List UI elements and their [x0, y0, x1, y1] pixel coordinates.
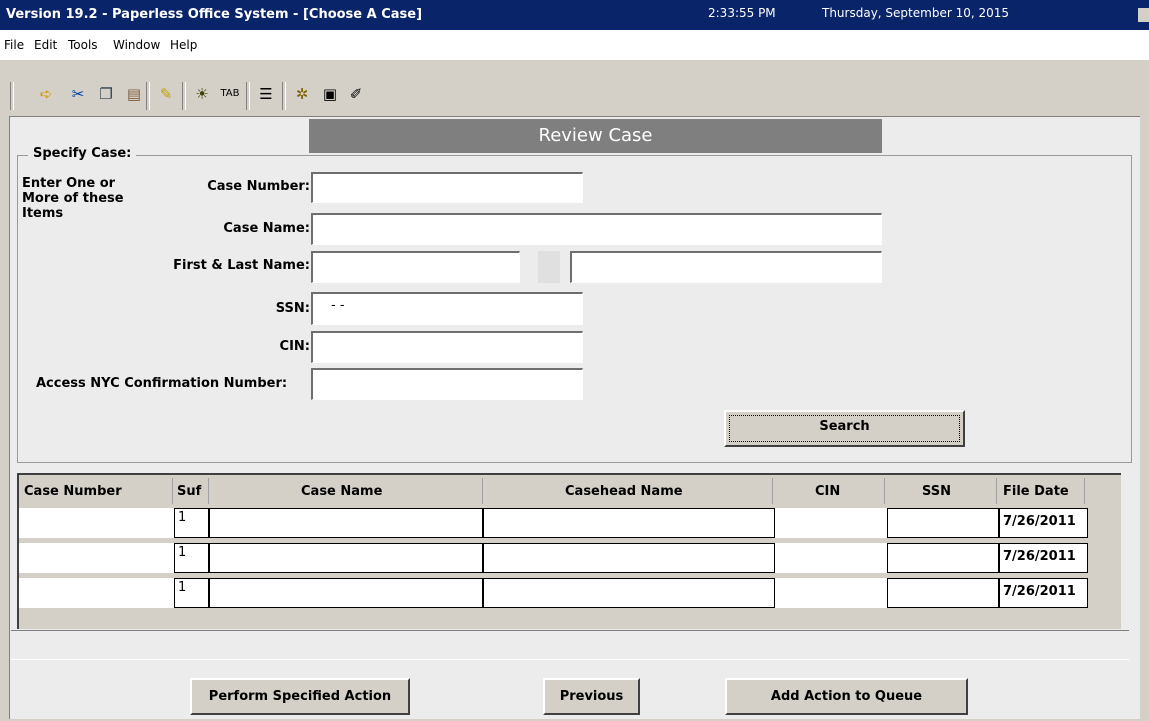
toolbar-separator	[10, 82, 14, 110]
cell-file-date[interactable]: 7/26/2011	[999, 543, 1088, 573]
col-ssn[interactable]: SSN	[922, 484, 951, 499]
cin-input[interactable]	[311, 331, 583, 363]
cell-case-number[interactable]	[19, 543, 175, 573]
name-divider	[538, 251, 560, 283]
cell-case-name[interactable]	[209, 543, 483, 573]
cell-case-number[interactable]	[19, 578, 175, 608]
col-casehead-name[interactable]: Casehead Name	[565, 484, 683, 499]
cell-suf[interactable]: 1	[174, 543, 209, 573]
ssn-input[interactable]: - -	[311, 292, 583, 325]
case-number-label: Case Number:	[207, 179, 310, 194]
notepad-icon[interactable]: ✐	[344, 82, 368, 106]
search-button-label: Search	[729, 415, 960, 442]
scissors-icon[interactable]: ✂	[66, 82, 90, 106]
menu-tools[interactable]: Tools	[68, 38, 98, 52]
page-title: Review Case	[309, 119, 882, 153]
specify-case-legend: Specify Case:	[28, 146, 137, 161]
table-row[interactable]: 1 7/26/2011	[19, 541, 1088, 574]
menu-bar: File Edit Tools Window Help	[0, 30, 1149, 60]
cell-casehead-name[interactable]	[483, 543, 775, 573]
toolbar-separator	[282, 82, 286, 110]
bulb-icon[interactable]: ☀	[190, 82, 214, 106]
window-title: Version 19.2 - Paperless Office System -…	[6, 7, 423, 22]
results-footer	[11, 630, 1129, 660]
copy-icon[interactable]: ❐	[94, 82, 118, 106]
clock-date: Thursday, September 10, 2015	[822, 6, 1010, 20]
col-cin[interactable]: CIN	[815, 484, 840, 499]
cell-suf[interactable]: 1	[174, 578, 209, 608]
table-row[interactable]: 1 7/26/2011	[19, 576, 1088, 609]
cell-case-number[interactable]	[19, 508, 175, 538]
ssn-label: SSN:	[275, 301, 310, 316]
title-bar: Version 19.2 - Paperless Office System -…	[0, 0, 1149, 30]
book-icon[interactable]: ▣	[318, 82, 342, 106]
cell-case-name[interactable]	[209, 508, 483, 538]
cin-label: CIN:	[279, 339, 310, 354]
menu-window[interactable]: Window	[113, 38, 160, 52]
col-case-number[interactable]: Case Number	[24, 484, 122, 499]
toolbar-separator	[182, 82, 186, 110]
col-suf[interactable]: Suf	[177, 484, 201, 499]
col-case-name[interactable]: Case Name	[301, 484, 382, 499]
cell-cin[interactable]	[775, 578, 887, 608]
case-name-label: Case Name:	[223, 221, 310, 236]
back-arrow-icon[interactable]: ➪	[34, 82, 58, 106]
cell-ssn[interactable]	[887, 508, 999, 538]
access-nyc-input[interactable]	[311, 368, 583, 400]
perform-action-button[interactable]: Perform Specified Action	[190, 678, 410, 715]
cell-case-name[interactable]	[209, 578, 483, 608]
menu-file[interactable]: File	[4, 38, 24, 52]
cell-ssn[interactable]	[887, 578, 999, 608]
toolbar-separator	[146, 82, 150, 110]
paste-icon[interactable]: ▤	[122, 82, 146, 106]
column-separator	[482, 478, 483, 504]
column-separator	[884, 478, 885, 504]
cell-ssn[interactable]	[887, 543, 999, 573]
cell-file-date[interactable]: 7/26/2011	[999, 508, 1088, 538]
column-separator	[208, 478, 209, 504]
eraser-icon[interactable]: ✎	[154, 82, 178, 106]
tab-icon[interactable]: TAB	[218, 82, 242, 106]
case-name-input[interactable]	[311, 213, 882, 245]
gear-icon[interactable]: ✲	[290, 82, 314, 106]
search-button[interactable]: Search	[724, 410, 965, 447]
col-file-date[interactable]: File Date	[1003, 484, 1069, 499]
column-separator	[772, 478, 773, 504]
cell-casehead-name[interactable]	[483, 578, 775, 608]
first-last-name-label: First & Last Name:	[173, 258, 310, 273]
menu-edit[interactable]: Edit	[34, 38, 57, 52]
clock-time: 2:33:55 PM	[708, 6, 776, 20]
cell-suf[interactable]: 1	[174, 508, 209, 538]
cell-cin[interactable]	[775, 508, 887, 538]
cell-casehead-name[interactable]	[483, 508, 775, 538]
column-separator	[1084, 478, 1085, 504]
access-nyc-label: Access NYC Confirmation Number:	[36, 376, 288, 391]
menu-help[interactable]: Help	[170, 38, 197, 52]
first-name-input[interactable]	[311, 251, 520, 283]
column-separator	[172, 478, 173, 504]
cell-cin[interactable]	[775, 543, 887, 573]
entry-hint: Enter One or More of these Items	[22, 176, 124, 221]
list-icon[interactable]: ☰	[254, 82, 278, 106]
previous-button[interactable]: Previous	[543, 678, 640, 715]
toolbar-separator	[246, 82, 250, 110]
cell-file-date[interactable]: 7/26/2011	[999, 578, 1088, 608]
case-number-input[interactable]	[311, 172, 583, 203]
column-separator	[996, 478, 997, 504]
table-row[interactable]: 1 7/26/2011	[19, 506, 1088, 539]
last-name-input[interactable]	[570, 251, 882, 283]
add-to-queue-button[interactable]: Add Action to Queue	[725, 678, 968, 715]
minimize-button[interactable]	[1138, 8, 1149, 22]
